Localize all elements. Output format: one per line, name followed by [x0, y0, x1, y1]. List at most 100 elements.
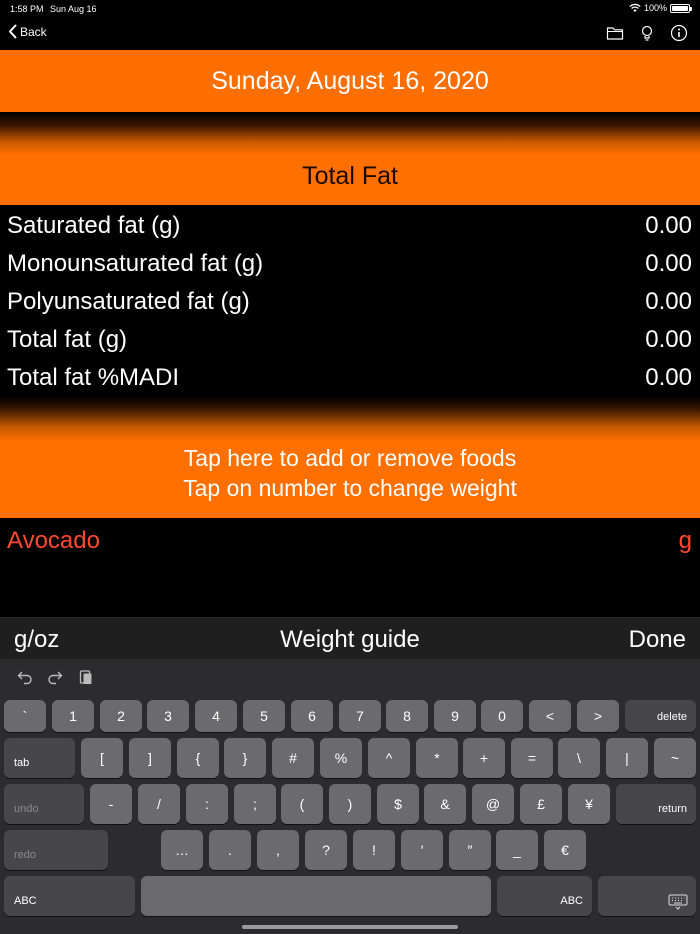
undo-key[interactable]: undo	[4, 784, 84, 824]
key[interactable]: 1	[52, 700, 94, 732]
lightbulb-icon[interactable]	[638, 24, 656, 42]
key[interactable]: ¥	[568, 784, 610, 824]
keyboard-hide-icon	[668, 894, 688, 910]
nutrient-label: Monounsaturated fat (g)	[7, 250, 264, 277]
chevron-left-icon	[9, 24, 17, 39]
paste-icon[interactable]	[77, 668, 95, 686]
nutrient-label: Total fat (g)	[7, 326, 128, 353]
nutrient-list: Saturated fat (g) 0.00 Monounsaturated f…	[0, 207, 700, 397]
key[interactable]: ,	[257, 830, 299, 870]
key[interactable]: -	[90, 784, 132, 824]
status-bar: 1:58 PM Sun Aug 16 100%	[0, 0, 700, 18]
abc-key-left[interactable]: ABC	[4, 876, 135, 916]
key[interactable]: \	[558, 738, 600, 778]
undo-icon[interactable]	[16, 668, 34, 686]
redo-icon[interactable]	[46, 668, 64, 686]
key[interactable]: 7	[339, 700, 381, 732]
date-title: Sunday, August 16, 2020	[211, 66, 489, 95]
nutrient-value: 0.00	[645, 288, 692, 315]
add-foods-button[interactable]: Tap here to add or remove foods Tap on n…	[0, 397, 700, 518]
key[interactable]: )	[329, 784, 371, 824]
done-button[interactable]: Done	[629, 626, 686, 654]
key[interactable]: &	[424, 784, 466, 824]
abc-key-right[interactable]: ABC	[497, 876, 592, 916]
key[interactable]: ″	[449, 830, 491, 870]
tap-hint-weight: Tap on number to change weight	[183, 475, 517, 501]
key[interactable]: .	[209, 830, 251, 870]
wifi-icon	[629, 3, 641, 12]
nutrient-row: Monounsaturated fat (g) 0.00	[0, 245, 700, 283]
battery-percent: 100%	[643, 3, 667, 13]
key[interactable]: 2	[100, 700, 142, 732]
nutrient-value: 0.00	[645, 326, 692, 353]
key[interactable]: 6	[291, 700, 333, 732]
key[interactable]: %	[320, 738, 362, 778]
food-weight-field[interactable]: g	[679, 527, 692, 555]
home-indicator[interactable]	[242, 925, 458, 929]
key[interactable]: >	[577, 700, 619, 732]
key[interactable]: @	[472, 784, 514, 824]
key[interactable]: €	[544, 830, 586, 870]
keyboard-accessory-bar: g/oz Weight guide Done	[0, 617, 700, 659]
nutrient-row: Total fat (g) 0.00	[0, 321, 700, 359]
key[interactable]: ?	[305, 830, 347, 870]
key[interactable]: *	[416, 738, 458, 778]
key[interactable]: £	[520, 784, 562, 824]
nutrient-label: Saturated fat (g)	[7, 212, 181, 239]
key[interactable]: =	[511, 738, 553, 778]
key[interactable]: <	[529, 700, 571, 732]
key[interactable]: (	[281, 784, 323, 824]
tap-hint-add: Tap here to add or remove foods	[183, 445, 517, 471]
key[interactable]: ^	[368, 738, 410, 778]
folder-icon[interactable]	[606, 24, 624, 42]
status-date: Sun Aug 16	[50, 4, 97, 14]
key[interactable]: ′	[401, 830, 443, 870]
nutrient-label: Total fat %MADI	[7, 364, 180, 391]
key[interactable]: ]	[129, 738, 171, 778]
keyboard-dismiss-key[interactable]	[598, 876, 696, 916]
key[interactable]: …	[161, 830, 203, 870]
key[interactable]: `	[4, 700, 46, 732]
keyboard: ` 1 2 3 4 5 6 7 8 9 0 < > delete tab [ ]…	[0, 659, 700, 934]
status-time: 1:58 PM	[10, 4, 44, 14]
key[interactable]: ;	[234, 784, 276, 824]
delete-key[interactable]: delete	[625, 700, 696, 732]
key[interactable]: /	[138, 784, 180, 824]
key[interactable]: [	[81, 738, 123, 778]
food-name: Avocado	[7, 527, 100, 554]
status-right: 100%	[629, 3, 692, 13]
key[interactable]: !	[353, 830, 395, 870]
key[interactable]: 3	[147, 700, 189, 732]
nutrient-row: Saturated fat (g) 0.00	[0, 207, 700, 245]
key[interactable]: }	[224, 738, 266, 778]
key[interactable]: ~	[654, 738, 696, 778]
date-header[interactable]: Sunday, August 16, 2020	[0, 50, 700, 112]
space-key[interactable]	[141, 876, 491, 916]
key[interactable]: 5	[243, 700, 285, 732]
key[interactable]: {	[177, 738, 219, 778]
key[interactable]: :	[186, 784, 228, 824]
section-header: Total Fat	[0, 112, 700, 205]
nutrient-label: Polyunsaturated fat (g)	[7, 288, 250, 315]
key[interactable]: |	[606, 738, 648, 778]
return-key[interactable]: return	[616, 784, 696, 824]
key[interactable]: 9	[434, 700, 476, 732]
key[interactable]: #	[272, 738, 314, 778]
info-icon[interactable]	[670, 24, 688, 42]
nutrient-value: 0.00	[645, 250, 692, 277]
key[interactable]: +	[463, 738, 505, 778]
key[interactable]: $	[377, 784, 419, 824]
key[interactable]: 8	[386, 700, 428, 732]
key[interactable]: 4	[195, 700, 237, 732]
key[interactable]: 0	[481, 700, 523, 732]
battery-icon	[670, 3, 692, 13]
shortcut-bar	[0, 659, 700, 697]
tab-key[interactable]: tab	[4, 738, 75, 778]
key[interactable]: _	[496, 830, 538, 870]
food-row[interactable]: Avocado g	[0, 522, 700, 560]
section-title: Total Fat	[302, 162, 398, 190]
redo-key[interactable]: redo	[4, 830, 108, 870]
weight-guide-button[interactable]: Weight guide	[0, 626, 700, 654]
back-button[interactable]: Back	[8, 24, 47, 39]
nav-bar: Back	[0, 18, 700, 50]
